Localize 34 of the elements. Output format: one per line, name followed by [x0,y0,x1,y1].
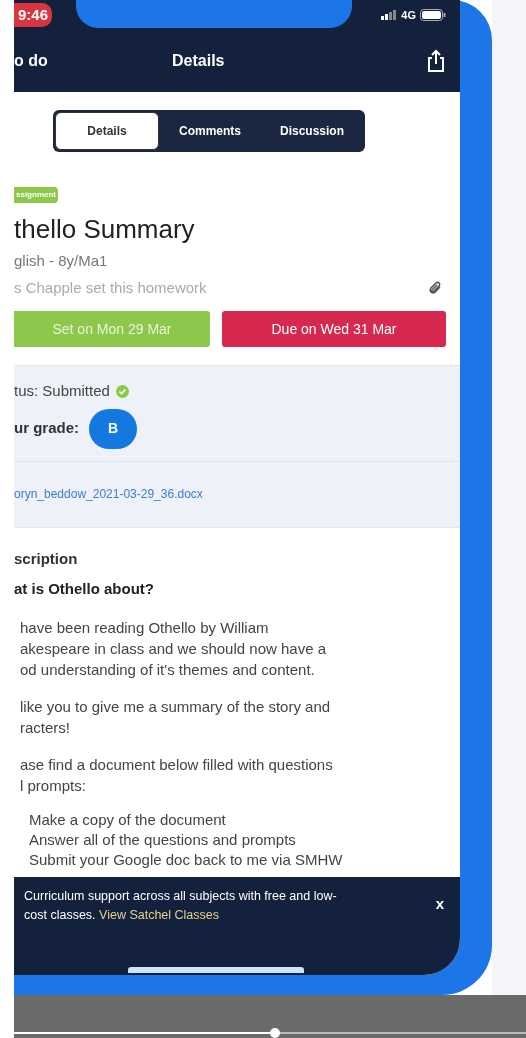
share-button[interactable] [426,49,446,73]
segment-tab[interactable]: Details [55,112,159,150]
nav-title: Details [172,51,225,71]
section-heading: scription [14,548,79,569]
close-button[interactable]: x [435,893,444,916]
segment-tab[interactable]: Discussion [261,112,363,150]
promo-text: Curriculum support across all subjects with free and low-cost classes. View Satchel Classes [24,888,338,924]
time-label: 9:46 [14,3,53,27]
signal-icon [381,10,398,20]
attachment-link[interactable]: oryn_beddow_2021-03-29_36.docx [14,485,203,503]
grade-label: ur grade: [14,418,79,439]
description-paragraph: like you to give me a summary of the story and racters! [19,696,332,738]
description-paragraph: have been reading Othello by William akespeare in class and we should now have a od understanding of it's themes and content. [19,617,328,680]
question-heading: at is Othello about? [14,579,155,599]
date-label: Set on Mon 29 Mar [14,311,210,347]
step-item: Answer all of the questions and prompts [29,829,297,850]
share-icon [426,49,446,73]
back-button[interactable]: o do [14,49,48,73]
classes-link[interactable]: View Satchel Classes [99,908,219,922]
step-item: Make a copy of the document [29,809,227,830]
battery-icon [420,9,446,21]
step-item: Submit your Google doc back to me via SMHW [29,849,344,870]
grade-badge: B [89,408,137,449]
network-label: 4G [401,7,416,23]
setter-label: s Chapple set this homework [14,277,207,298]
progress-thumb[interactable] [270,1028,281,1038]
type-badge: ssignment [14,187,58,203]
status-label: tus: Submitted [14,381,110,401]
subject-label: glish - 8y/Ma1 [14,251,109,271]
date-label: Due on Wed 31 Mar [222,311,446,347]
paperclip-icon [428,280,442,295]
segment-tab[interactable]: Comments [159,112,261,150]
description-paragraph: ase find a document below filled with questions l prompts: [19,754,334,796]
homework-title: thello Summary [14,213,196,246]
